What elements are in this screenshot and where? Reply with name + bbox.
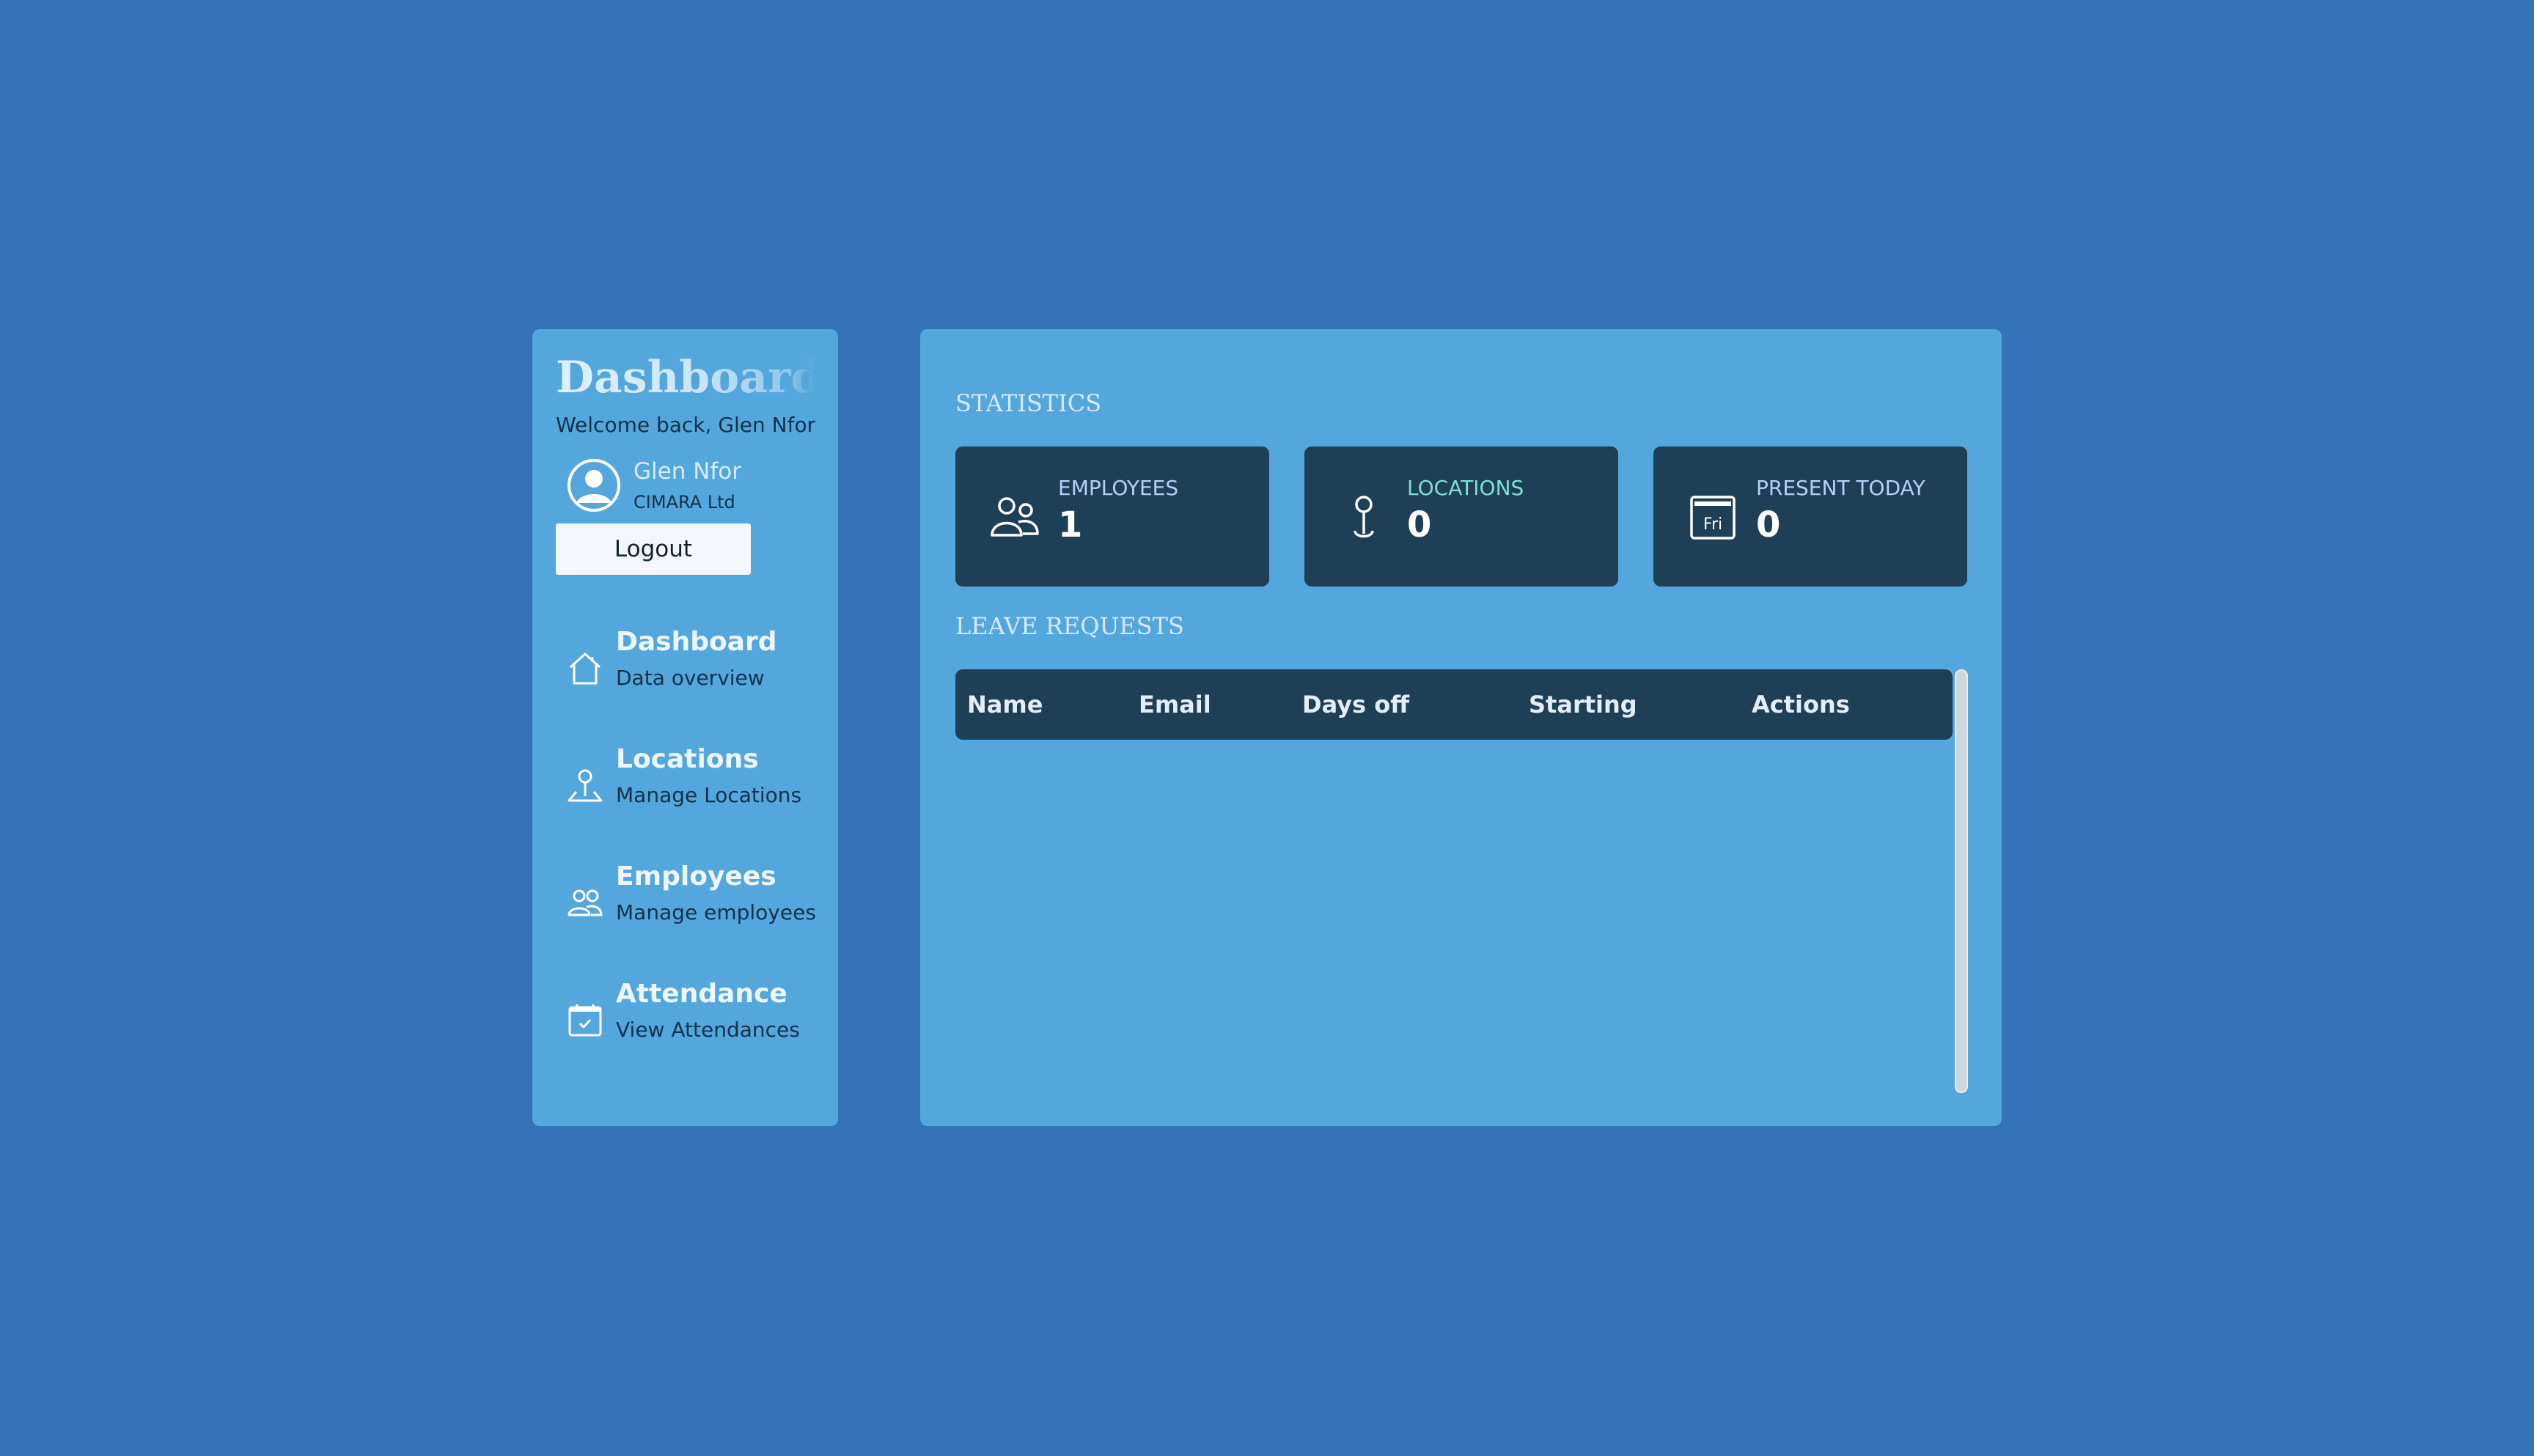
column-header-actions[interactable]: Actions — [1752, 691, 1850, 718]
table-header: Name Email Days off Starting Actions — [955, 669, 1953, 740]
column-header-name[interactable]: Name — [967, 691, 1043, 718]
sidebar-item-label: Locations — [616, 744, 759, 774]
welcome-message: Welcome back, Glen Nfor — [556, 413, 816, 437]
leave-requests-title: LEAVE REQUESTS — [955, 612, 1184, 640]
sidebar-item-attendance[interactable]: Attendance View Attendances — [556, 962, 815, 1079]
sidebar: Dashboard Welcome back, Glen Nfor Glen N… — [532, 329, 838, 1126]
stat-label: PRESENT TODAY — [1756, 476, 1925, 500]
column-header-starting[interactable]: Starting — [1529, 691, 1637, 718]
statistics-title: STATISTICS — [955, 389, 1102, 417]
user-name: Glen Nfor — [634, 458, 742, 485]
stat-card-employees: EMPLOYEES 1 — [955, 446, 1269, 587]
calendar-day-text: Fri — [1703, 515, 1722, 534]
users-icon — [991, 496, 1039, 537]
column-header-days-off[interactable]: Days off — [1302, 691, 1409, 718]
sidebar-item-sublabel: Data overview — [616, 666, 765, 690]
column-header-email[interactable]: Email — [1139, 691, 1211, 718]
user-company: CIMARA Ltd — [634, 492, 735, 512]
main-panel: STATISTICS EMPLOYEES 1 LOCATIONS 0 Fri P… — [920, 329, 2002, 1126]
stat-label: EMPLOYEES — [1058, 476, 1179, 500]
sidebar-item-sublabel: Manage Locations — [616, 783, 802, 807]
sidebar-item-label: Employees — [616, 861, 776, 891]
map-pin-icon — [568, 769, 603, 802]
stat-card-locations: LOCATIONS 0 — [1304, 446, 1618, 587]
map-pin-icon — [1354, 495, 1374, 537]
sidebar-item-dashboard[interactable]: Dashboard Data overview — [556, 610, 815, 727]
stat-card-present-today: Fri PRESENT TODAY 0 — [1653, 446, 1967, 587]
user-avatar-icon — [568, 459, 620, 512]
table-scrollbar[interactable] — [1955, 669, 1968, 1093]
sidebar-item-label: Dashboard — [616, 627, 777, 657]
stat-value: 0 — [1756, 504, 1781, 545]
sidebar-item-sublabel: View Attendances — [616, 1018, 800, 1042]
users-icon — [568, 889, 603, 916]
user-profile: Glen Nfor CIMARA Ltd — [556, 457, 815, 513]
sidebar-item-label: Attendance — [616, 979, 787, 1009]
calendar-check-icon — [568, 1004, 602, 1037]
calendar-icon: Fri — [1690, 495, 1736, 540]
logout-button[interactable]: Logout — [556, 523, 751, 575]
sidebar-item-locations[interactable]: Locations Manage Locations — [556, 727, 815, 845]
stat-value: 0 — [1407, 504, 1432, 545]
sidebar-title: Dashboard — [556, 352, 822, 403]
sidebar-nav: Dashboard Data overview Locations Manage… — [556, 610, 816, 1079]
leave-requests-table: Name Email Days off Starting Actions — [955, 669, 1953, 1095]
sidebar-item-employees[interactable]: Employees Manage employees — [556, 845, 816, 962]
home-icon — [569, 652, 601, 685]
stat-value: 1 — [1058, 504, 1083, 545]
stat-label: LOCATIONS — [1407, 476, 1524, 500]
sidebar-item-sublabel: Manage employees — [616, 900, 816, 924]
